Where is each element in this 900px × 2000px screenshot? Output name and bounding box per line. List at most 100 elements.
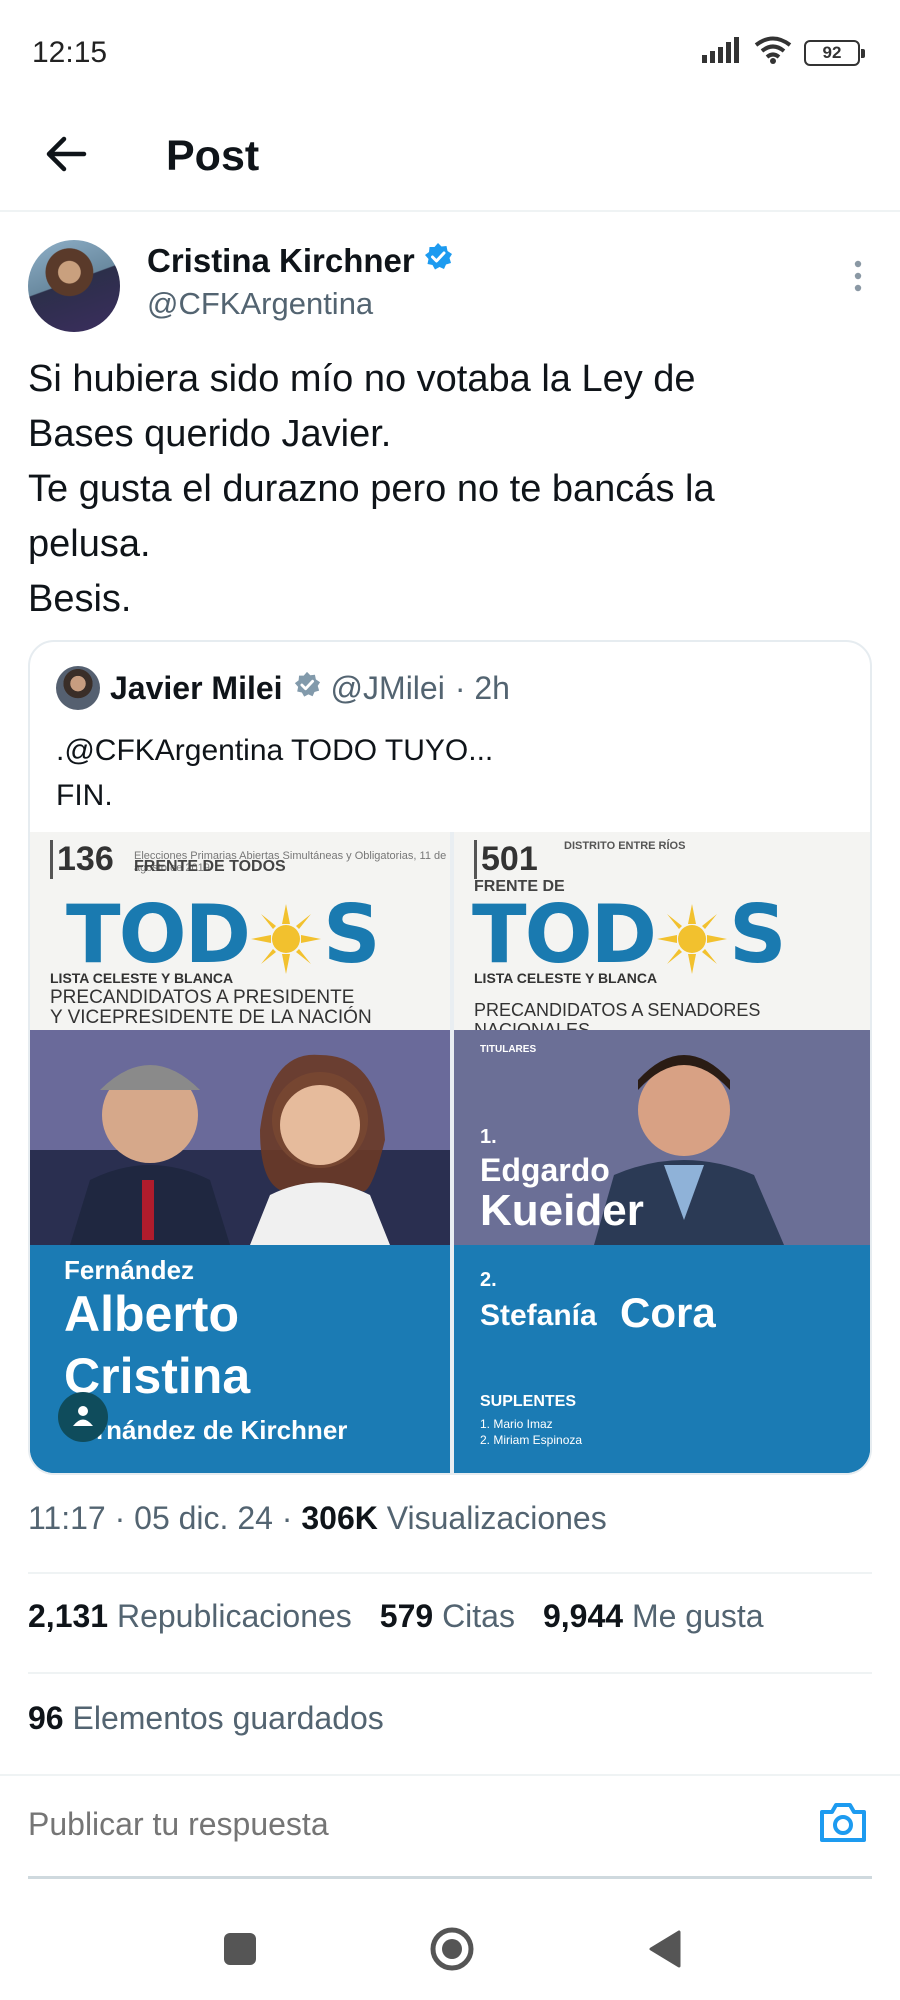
todos-logo-text: S <box>322 888 381 981</box>
ballot-left: 136 Elecciones Primarias Abiertas Simult… <box>30 832 450 1473</box>
bookmarks-label: Elementos guardados <box>72 1700 384 1736</box>
quoted-author-handle: @JMilei <box>330 669 445 706</box>
back-button[interactable] <box>38 128 94 184</box>
author-handle[interactable]: @CFKArgentina <box>147 286 373 322</box>
reply-bar <box>0 1774 900 1879</box>
page-title: Post <box>166 132 260 180</box>
post-text-line: pelusa. <box>28 523 151 565</box>
likes-stat[interactable]: 9,944 Me gusta <box>543 1598 764 1635</box>
person-icon <box>71 1403 95 1432</box>
verified-gray-badge-icon <box>293 670 321 707</box>
home-button[interactable] <box>427 1926 477 1976</box>
ballot-left-header: 136 Elecciones Primarias Abiertas Simult… <box>30 832 450 1030</box>
reply-underline <box>28 1876 872 1879</box>
todos-logo-text: TOD <box>472 888 657 981</box>
camera-icon <box>818 1803 868 1848</box>
back-nav-button[interactable] <box>640 1926 690 1976</box>
ballot-district: DISTRITO ENTRE RÍOS <box>564 840 686 852</box>
more-options-button[interactable] <box>838 258 878 298</box>
candidate-surname: Fernández <box>64 1255 195 1285</box>
todos-logo-text: TOD <box>66 888 251 981</box>
candidate-last-name: Kueider <box>480 1186 644 1235</box>
triangle-back-icon <box>647 1929 683 1974</box>
author-name: Cristina Kirchner <box>147 242 415 279</box>
quotes-count: 579 <box>379 1598 434 1634</box>
likes-label: Me gusta <box>631 1598 764 1634</box>
quoted-post[interactable]: Javier Milei @JMilei · 2h .@CFKArgentina… <box>28 640 872 1475</box>
ballot-description-line: PRECANDIDATOS A PRESIDENTE <box>50 987 355 1008</box>
candidate-first-name: Edgardo <box>480 1152 610 1188</box>
quoted-time: · 2h <box>454 669 510 706</box>
candidate-first-name: Stefanía <box>480 1299 597 1332</box>
camera-button[interactable] <box>818 1800 874 1850</box>
ballot-list-label: LISTA CELESTE Y BLANCA <box>50 970 234 986</box>
candidate-number: 1. <box>480 1126 497 1148</box>
post-text: Si hubiera sido mío no votaba la Ley de … <box>28 352 868 627</box>
candidate-number: 2. <box>480 1269 497 1291</box>
ballot-number: 501 <box>474 840 538 879</box>
ballot-description: PRECANDIDATOS A PRESIDENTE Y VICEPRESIDE… <box>50 988 372 1028</box>
ballot-description-line: Y VICEPRESIDENTE DE LA NACIÓN <box>50 1007 372 1028</box>
quoted-author-name: Javier Milei <box>110 669 283 706</box>
todos-logo: TOD S <box>472 888 787 981</box>
ballot-right: 501 DISTRITO ENTRE RÍOS FRENTE DE TOD S … <box>454 832 870 1473</box>
suplente-name: 1. Mario Imaz <box>480 1417 553 1431</box>
candidate-last-name: Cora <box>620 1289 716 1336</box>
top-app-bar: Post <box>0 110 900 212</box>
quotes-stat[interactable]: 579 Citas <box>380 1598 515 1635</box>
signal-icon <box>702 37 742 68</box>
reposts-label: Republicaciones <box>116 1598 352 1634</box>
reposts-stat[interactable]: 2,131 Republicaciones <box>28 1598 352 1635</box>
status-icons: 92 <box>702 36 865 69</box>
quoted-media-image[interactable]: 136 Elecciones Primarias Abiertas Simult… <box>30 832 870 1473</box>
quoted-text: .@CFKArgentina TODO TUYO... FIN. <box>56 728 493 818</box>
sun-icon <box>250 900 321 974</box>
candidate-surname: rnández de Kirchner <box>96 1415 348 1445</box>
status-bar: 12:15 92 <box>0 0 900 110</box>
ballot-front-label: FRENTE DE TODOS <box>134 858 286 875</box>
avatar[interactable] <box>28 240 120 332</box>
ballot-names: 2. Stefanía Cora SUPLENTES 1. Mario Imaz… <box>454 1245 870 1473</box>
circle-home-icon <box>429 1926 475 1977</box>
views-count: 306K <box>301 1500 378 1536</box>
divider <box>28 1572 872 1574</box>
reply-input[interactable] <box>28 1794 788 1854</box>
author-name-row[interactable]: Cristina Kirchner <box>147 242 453 280</box>
divider <box>28 1672 872 1674</box>
candidate-first-name: Alberto <box>64 1286 239 1342</box>
reposts-count: 2,131 <box>28 1598 109 1634</box>
more-vertical-icon <box>853 259 863 298</box>
todos-logo-text: S <box>728 888 787 981</box>
square-icon <box>222 1931 258 1972</box>
battery-icon: 92 <box>804 39 865 66</box>
post-text-line: Besis. <box>28 578 132 620</box>
todos-logo: TOD S <box>66 888 381 981</box>
ballot-number: 136 <box>50 840 114 879</box>
quoted-text-line: .@CFKArgentina TODO TUYO... <box>56 734 494 767</box>
suplentes-label: SUPLENTES <box>480 1393 577 1410</box>
arrow-left-icon <box>44 134 88 179</box>
post-author: Cristina Kirchner @CFKArgentina <box>28 240 878 336</box>
status-time: 12:15 <box>32 36 108 69</box>
quoted-post-header: Javier Milei @JMilei · 2h <box>56 666 510 710</box>
views-label: Visualizaciones <box>377 1500 607 1536</box>
post-timestamp: 11:17 · 05 dic. 24 · <box>28 1500 302 1536</box>
candidate-photo: TITULARES 1. Edgardo Kueider <box>454 1030 870 1245</box>
post-text-line: Te gusta el durazno pero no te bancás la <box>28 468 715 510</box>
bookmarks-stat[interactable]: 96 Elementos guardados <box>28 1700 384 1737</box>
wifi-icon <box>754 36 792 69</box>
quotes-label: Citas <box>442 1598 515 1634</box>
ballot-list-label: LISTA CELESTE Y BLANCA <box>474 970 658 986</box>
likes-count: 9,944 <box>542 1598 624 1634</box>
suplente-name: 2. Miriam Espinoza <box>480 1433 583 1447</box>
post-meta: 11:17 · 05 dic. 24 · 306K Visualizacione… <box>28 1500 607 1537</box>
recents-button[interactable] <box>215 1926 265 1976</box>
ballot-names: Fernández Alberto Cristina rnández de Ki… <box>30 1245 450 1473</box>
verified-badge-icon <box>423 242 453 280</box>
sun-icon <box>656 900 727 974</box>
bookmarks-count: 96 <box>28 1700 64 1736</box>
quoted-avatar <box>56 666 100 710</box>
media-tag-button[interactable] <box>58 1392 108 1442</box>
post-text-line: Bases querido Javier. <box>28 413 392 455</box>
candidates-photo <box>30 1030 450 1245</box>
